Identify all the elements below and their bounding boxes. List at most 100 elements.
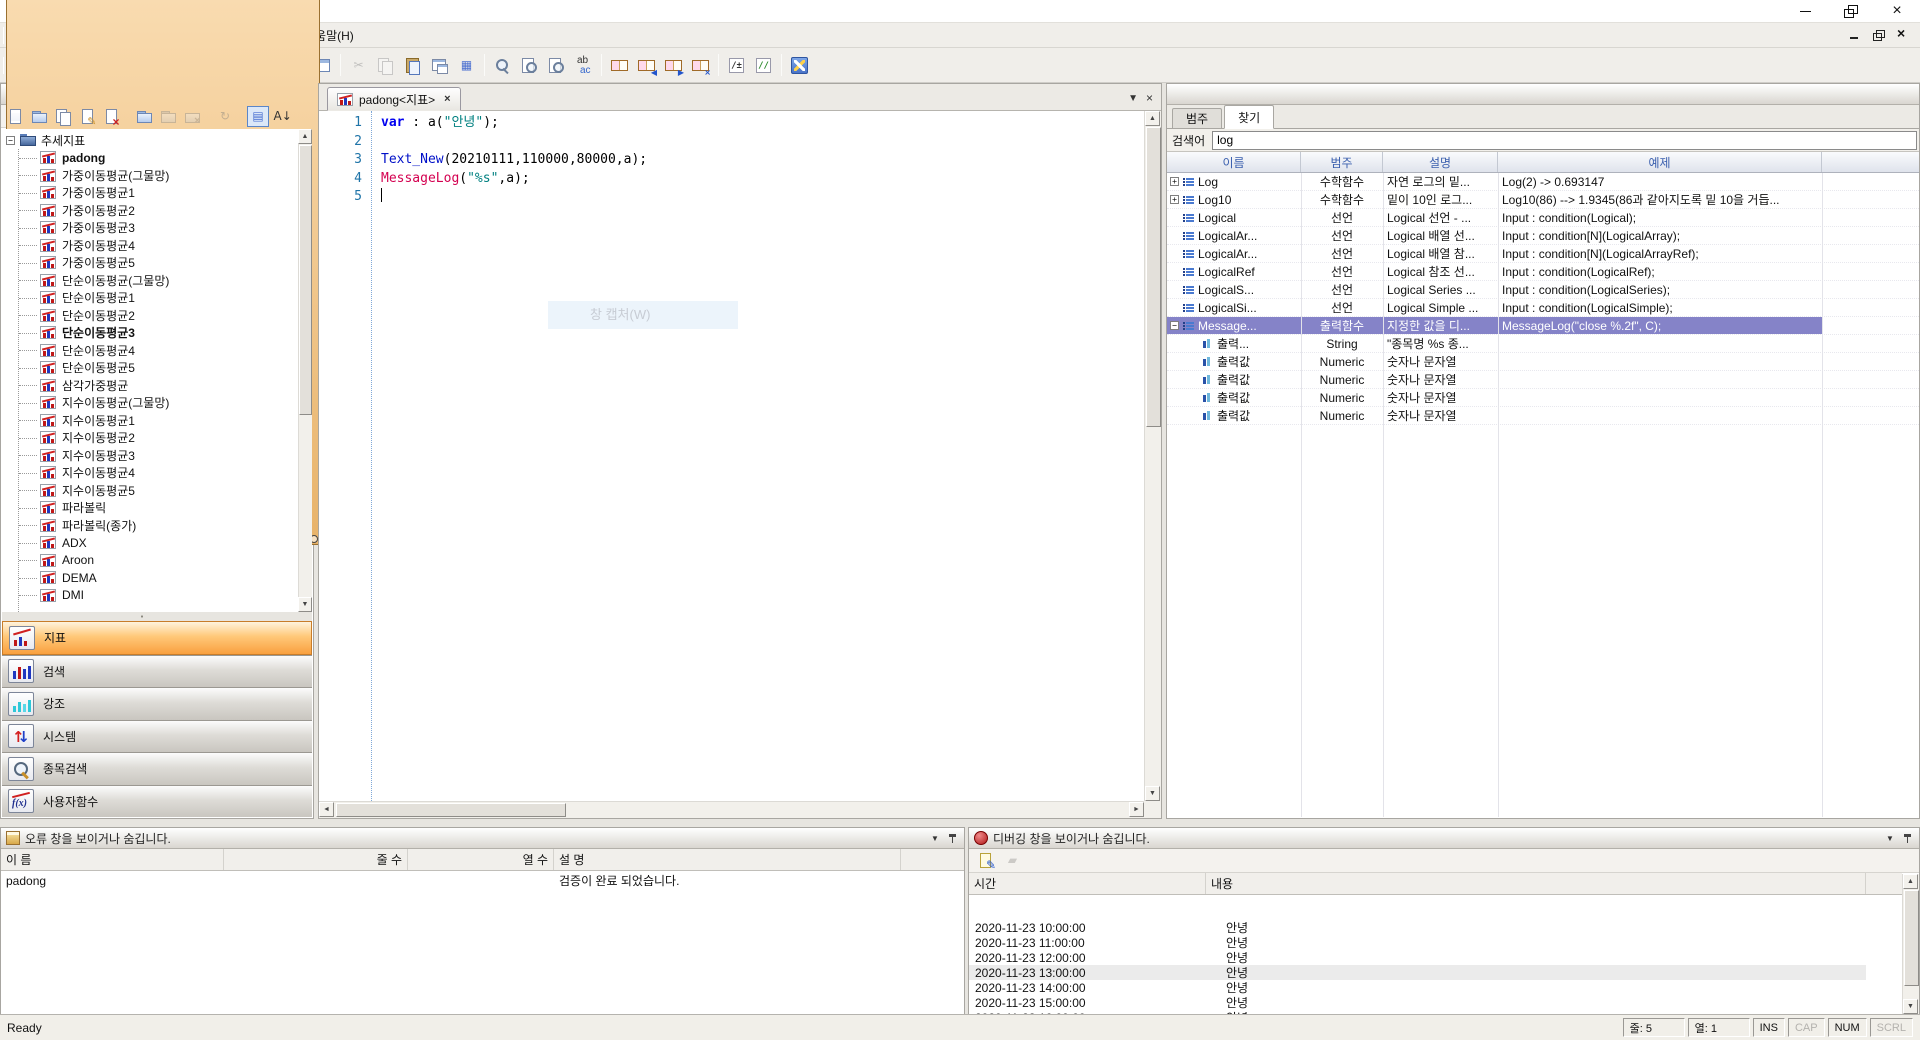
tree-item[interactable]: 단순이동평균4	[2, 342, 298, 360]
dictionary-row[interactable]: LogicalS... 선언 Logical Series ... Input …	[1167, 281, 1919, 299]
dictionary-row[interactable]: LogicalSi... 선언 Logical Simple ... Input…	[1167, 299, 1919, 317]
tree-item[interactable]: 지수이동평균2	[2, 429, 298, 447]
tab-close-all-icon[interactable]: ×	[1146, 91, 1153, 105]
tree-item[interactable]: 삼각가중평균	[2, 377, 298, 395]
col-time[interactable]: 시간	[969, 873, 1206, 894]
debug-row[interactable]: 2020-11-23 13:00:00 안녕	[969, 965, 1902, 980]
mdi-close-icon[interactable]	[1895, 29, 1910, 42]
navigation-button[interactable]: 종목검색	[2, 752, 312, 785]
tree-item[interactable]: ADX	[2, 534, 298, 552]
col-description[interactable]: 설명	[1383, 152, 1498, 172]
error-row[interactable]: padong 검증이 완료 되었습니다.	[1, 871, 964, 890]
col-name[interactable]: 이름	[1167, 152, 1301, 172]
debug-row[interactable]: 2020-11-23 12:00:00 안녕	[969, 950, 1902, 965]
comment-icon[interactable]	[751, 53, 776, 78]
view-detail-icon[interactable]	[247, 106, 269, 127]
tree-item[interactable]: 지수이동평균(그물망)	[2, 394, 298, 412]
delete-item-icon[interactable]	[100, 106, 122, 127]
code-line[interactable]: Text_New(20210111,110000,80000,a);	[381, 151, 1144, 170]
find-in-files-icon[interactable]	[544, 53, 569, 78]
code-area[interactable]: 12345 창 캡처(W) var : a("안녕");Text_New(202…	[319, 111, 1144, 801]
debug-row[interactable]: 2020-11-23 10:00:00 안녕	[969, 920, 1902, 935]
mdi-minimize-icon[interactable]	[1847, 29, 1862, 42]
pin-icon[interactable]	[947, 832, 959, 844]
window-grid-icon[interactable]	[454, 53, 479, 78]
navigation-button[interactable]: 시스템	[2, 720, 312, 753]
restore-button[interactable]	[1828, 0, 1874, 22]
find-icon[interactable]	[490, 53, 515, 78]
dictionary-row[interactable]: + Log 수학함수 자연 로그의 밑... Log(2) -> 0.69314…	[1167, 173, 1919, 191]
dictionary-row[interactable]: LogicalAr... 선언 Logical 배열 선... Input : …	[1167, 227, 1919, 245]
code-line[interactable]	[381, 188, 1144, 207]
tab-list-icon[interactable]: ▼	[1128, 93, 1138, 104]
find-next-icon[interactable]	[517, 53, 542, 78]
navigation-button[interactable]: 강조	[2, 687, 312, 720]
minimize-button[interactable]	[1782, 0, 1828, 22]
tree-item[interactable]: DMI	[2, 587, 298, 605]
col-error-name[interactable]: 이 름	[1, 849, 224, 870]
tree-item[interactable]: DEMA	[2, 569, 298, 587]
dictionary-row[interactable]: LogicalAr... 선언 Logical 배열 참... Input : …	[1167, 245, 1919, 263]
dictionary-row[interactable]: 출력값 Numeric 숫자나 문자열	[1167, 407, 1919, 425]
tree-item[interactable]: 지수이동평균5	[2, 482, 298, 500]
tree-item[interactable]: 가중이동평균1	[2, 184, 298, 202]
tab-close-icon[interactable]: ×	[444, 94, 450, 105]
tree-item[interactable]: 단순이동평균3	[2, 324, 298, 342]
dictionary-row[interactable]: 출력값 Numeric 숫자나 문자열	[1167, 353, 1919, 371]
tree-item[interactable]: 지수이동평균3	[2, 447, 298, 465]
dictionary-row[interactable]: Logical 선언 Logical 선언 - ... Input : cond…	[1167, 209, 1919, 227]
tree-item[interactable]: 가중이동평균(그물망)	[2, 167, 298, 185]
tree-item[interactable]: 파라볼릭	[2, 499, 298, 517]
rename-item-icon[interactable]	[76, 106, 98, 127]
new-item-icon[interactable]	[4, 106, 26, 127]
pin-icon[interactable]	[1902, 832, 1914, 844]
code-line[interactable]: var : a("안녕");	[381, 114, 1144, 133]
tab-find[interactable]: 찾기	[1224, 105, 1274, 129]
col-error-line[interactable]: 줄 수	[224, 849, 408, 870]
dictionary-row[interactable]: 출력... String "종목명 %s 종...	[1167, 335, 1919, 353]
tree-item[interactable]: 가중이동평균4	[2, 237, 298, 255]
panel-menu-icon[interactable]: ▼	[928, 834, 942, 843]
tab-category[interactable]: 범주	[1172, 108, 1222, 128]
dictionary-row[interactable]: − Message... 출력함수 지정한 값을 디... MessageLog…	[1167, 317, 1919, 335]
code-line[interactable]	[381, 133, 1144, 152]
paste-icon[interactable]	[400, 53, 425, 78]
tree-item[interactable]: 파라볼릭(종가)	[2, 517, 298, 535]
new-folder-icon[interactable]	[133, 106, 155, 127]
dictionary-row[interactable]: + Log10 수학함수 밑이 10인 로그... Log10(86) --> …	[1167, 191, 1919, 209]
dictionary-prev-icon[interactable]	[634, 53, 659, 78]
dictionary-row[interactable]: 출력값 Numeric 숫자나 문자열	[1167, 389, 1919, 407]
dictionary-close-icon[interactable]	[688, 53, 713, 78]
search-input[interactable]	[1212, 131, 1917, 150]
panel-splitter[interactable]	[2, 612, 312, 621]
navigation-button[interactable]: 지표	[2, 621, 312, 655]
navigation-button[interactable]: 사용자함수	[2, 785, 312, 818]
open-item-icon[interactable]	[28, 106, 50, 127]
debug-row[interactable]: 2020-11-23 15:00:00 안녕	[969, 995, 1902, 1010]
dictionary-row[interactable]: LogicalRef 선언 Logical 참조 선... Input : co…	[1167, 263, 1919, 281]
col-example[interactable]: 예제	[1498, 152, 1822, 172]
tools-icon[interactable]	[787, 53, 812, 78]
tree-item[interactable]: 지수이동평균4	[2, 464, 298, 482]
navigation-button[interactable]: 검색	[2, 655, 312, 688]
tree-item[interactable]: 단순이동평균(그물망)	[2, 272, 298, 290]
debug-scrollbar[interactable]: ▲ ▼	[1902, 874, 1919, 1014]
expand-icon[interactable]: +	[1170, 177, 1179, 186]
dictionary-row[interactable]: 출력값 Numeric 숫자나 문자열	[1167, 371, 1919, 389]
code-line[interactable]: MessageLog("%s",a);	[381, 170, 1144, 189]
tree-item[interactable]: 단순이동평균5	[2, 359, 298, 377]
log-new-icon[interactable]	[973, 848, 998, 873]
tree-item[interactable]: Aroon	[2, 552, 298, 570]
panel-menu-icon[interactable]: ▼	[1883, 834, 1897, 843]
tree-scrollbar[interactable]: ▲ ▼	[298, 129, 312, 612]
collapse-icon[interactable]: −	[6, 136, 15, 145]
col-category[interactable]: 범주	[1301, 152, 1383, 172]
tree-item[interactable]: 가중이동평균2	[2, 202, 298, 220]
close-button[interactable]	[1874, 0, 1920, 22]
window-tile-icon[interactable]	[427, 53, 452, 78]
dictionary-next-icon[interactable]	[661, 53, 686, 78]
tree-item[interactable]: 단순이동평균1	[2, 289, 298, 307]
editor-vertical-scrollbar[interactable]: ▲ ▼	[1144, 111, 1161, 801]
debug-row[interactable]: 2020-11-23 14:00:00 안녕	[969, 980, 1902, 995]
expand-icon[interactable]: +	[1170, 195, 1179, 204]
